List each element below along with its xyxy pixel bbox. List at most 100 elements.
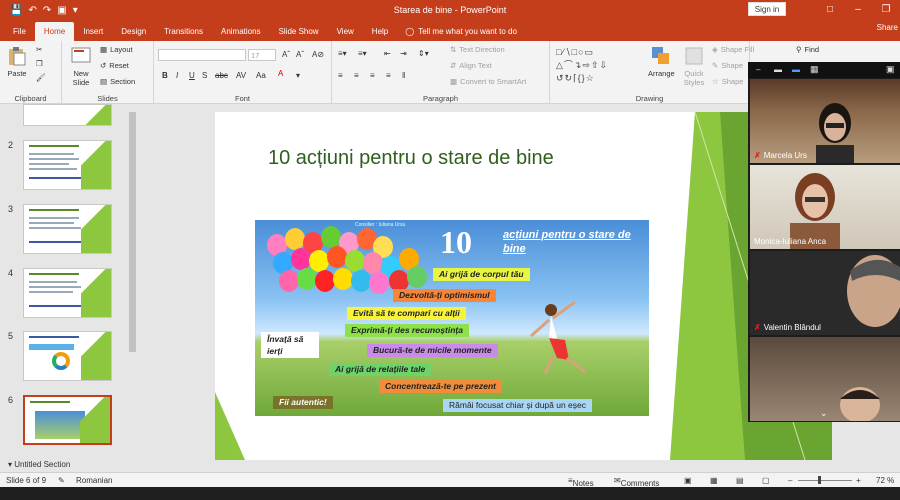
smartart-icon: ▩ [450, 77, 458, 86]
slide-sorter-icon[interactable]: ▦ [710, 476, 718, 485]
customize-qat-icon[interactable]: ▾ [73, 5, 78, 16]
section-label[interactable]: ▾ Untitled Section [8, 460, 70, 469]
clear-format-icon[interactable]: A⊘ [312, 50, 324, 59]
numbering-icon[interactable]: ≡▾ [358, 49, 367, 58]
find-button[interactable]: ⚲ Find [796, 45, 819, 54]
speaker-view-icon[interactable]: ▬ [774, 65, 782, 74]
slide-thumbnail[interactable] [23, 204, 112, 254]
gallery-view-icon[interactable]: ▦ [810, 64, 819, 75]
zoom-in-icon[interactable]: + [856, 476, 861, 485]
notes-button[interactable]: ≡ Notes [568, 476, 594, 488]
line-spacing-icon[interactable]: ⇕▾ [418, 49, 429, 58]
underline-icon[interactable]: U [189, 71, 195, 80]
tab-slide-show[interactable]: Slide Show [270, 22, 328, 41]
participant-tile[interactable]: Monica-Iuliana Anca [750, 165, 900, 249]
ribbon-display-icon[interactable]: □ [816, 0, 844, 20]
new-slide-button[interactable]: New Slide [68, 45, 94, 87]
current-slide[interactable]: 10 acțiuni pentru o stare de bine Consil… [215, 112, 832, 460]
slide-poster-image[interactable]: Consilier : Iuliana Ursu 10 acțiuni pent… [255, 220, 649, 416]
scrollbar-thumb[interactable] [129, 112, 136, 352]
slide-thumbnail[interactable] [23, 104, 112, 126]
slide-thumbnail[interactable] [23, 140, 112, 190]
reading-view-icon[interactable]: ▤ [736, 476, 744, 485]
language-indicator[interactable]: Romanian [76, 476, 112, 485]
participant-tile[interactable]: ✗ Marcela Urs [750, 79, 900, 163]
copy-icon[interactable]: ❐ [36, 59, 43, 68]
tell-me-box[interactable]: ◯ Tell me what you want to do [397, 22, 517, 41]
align-center-icon[interactable]: ≡ [354, 71, 359, 80]
format-painter-icon[interactable]: 🖌 [36, 73, 46, 82]
increase-font-icon[interactable]: Aˆ [282, 50, 290, 59]
highlight-icon[interactable]: ▾ [296, 71, 300, 80]
redo-icon[interactable]: ↷ [43, 5, 51, 16]
save-icon[interactable]: 💾 [10, 5, 22, 16]
shadow-icon[interactable]: S [202, 71, 207, 80]
scroll-down-chevron-icon[interactable]: ⌄ [820, 408, 828, 419]
align-text-button[interactable]: ⇵ Align Text [450, 61, 492, 70]
undo-icon[interactable]: ↶ [28, 5, 36, 16]
font-size-combo[interactable]: 17 [248, 49, 276, 61]
exit-fullscreen-icon[interactable]: ▣ [886, 64, 895, 75]
zoom-slider-handle[interactable] [818, 476, 821, 484]
zoom-slider[interactable] [798, 480, 852, 481]
minimize-icon[interactable]: – [844, 0, 872, 20]
align-left-icon[interactable]: ≡ [338, 71, 343, 80]
font-color-icon[interactable]: A [278, 69, 283, 78]
spellcheck-icon[interactable]: ✎ [58, 476, 65, 485]
participant-tile[interactable]: ✗ Valentin Blândul [750, 251, 900, 335]
thumbnails-scrollbar[interactable] [128, 104, 137, 471]
paste-button[interactable]: Paste [6, 45, 28, 78]
tab-insert[interactable]: Insert [74, 22, 112, 41]
quick-styles-button[interactable]: Quick Styles [682, 45, 706, 87]
bold-icon[interactable]: B [162, 71, 168, 80]
slide-thumbnail-selected[interactable] [23, 395, 112, 445]
reset-button[interactable]: ↺ Reset [100, 61, 129, 70]
tab-animations[interactable]: Animations [212, 22, 270, 41]
zoom-out-icon[interactable]: – [788, 476, 792, 485]
tab-help[interactable]: Help [363, 22, 397, 41]
thumb-line [29, 222, 74, 224]
slideshow-icon[interactable]: ▣ [57, 5, 66, 16]
increase-indent-icon[interactable]: ⇥ [400, 49, 407, 58]
strip-view-icon[interactable]: ▬ [792, 65, 800, 74]
bullets-icon[interactable]: ≡▾ [338, 49, 347, 58]
columns-icon[interactable]: ‖ [402, 71, 405, 80]
restore-icon[interactable]: ❐ [872, 0, 900, 20]
decrease-indent-icon[interactable]: ⇤ [384, 49, 391, 58]
thumb-line [29, 281, 77, 283]
slide-thumbnail[interactable] [23, 331, 112, 381]
cut-icon[interactable]: ✂ [36, 45, 42, 54]
slide-title[interactable]: 10 acțiuni pentru o stare de bine [268, 147, 554, 170]
char-spacing-icon[interactable]: AV [236, 71, 246, 80]
participant-tile[interactable]: ⌄ [750, 337, 900, 421]
tab-file[interactable]: File [4, 22, 35, 41]
justify-icon[interactable]: ≡ [386, 71, 391, 80]
minimize-video-icon[interactable]: – [756, 65, 760, 74]
tab-view[interactable]: View [328, 22, 363, 41]
strikethrough-icon[interactable]: abc [215, 71, 228, 80]
shape-effects-button[interactable]: ☆ Shape [712, 77, 743, 86]
share-button[interactable]: Share [877, 23, 898, 32]
zoom-level[interactable]: 72 % [876, 476, 894, 485]
tab-home[interactable]: Home [34, 22, 75, 41]
text-direction-button[interactable]: ⇅ Text Direction [450, 45, 505, 54]
italic-icon[interactable]: I [176, 71, 178, 80]
font-name-combo[interactable] [158, 49, 246, 61]
shape-outline-button[interactable]: ✎ Shape [712, 61, 743, 70]
layout-button[interactable]: ▦ Layout [100, 45, 133, 54]
normal-view-icon[interactable]: ▣ [684, 476, 692, 485]
arrange-button[interactable]: Arrange [648, 45, 675, 78]
tab-transitions[interactable]: Transitions [155, 22, 212, 41]
shape-fill-button[interactable]: ◈ Shape Fill [712, 45, 754, 54]
change-case-icon[interactable]: Aa [256, 71, 266, 80]
sign-in-button[interactable]: Sign in [748, 2, 786, 16]
decrease-font-icon[interactable]: Aˇ [296, 50, 304, 59]
slide-thumbnail[interactable] [23, 268, 112, 318]
convert-smartart-button[interactable]: ▩ Convert to SmartArt [450, 77, 526, 86]
comments-button[interactable]: ✉ Comments [614, 476, 659, 488]
section-button[interactable]: ▤ Section [100, 77, 135, 86]
shapes-gallery[interactable]: □∕∖□○▭ △⌒↴⇨⇧⇩ ↺↻⌈{}☆ [556, 46, 642, 86]
tab-design[interactable]: Design [112, 22, 155, 41]
align-right-icon[interactable]: ≡ [370, 71, 375, 80]
slideshow-view-icon[interactable]: ▢ [762, 476, 770, 485]
